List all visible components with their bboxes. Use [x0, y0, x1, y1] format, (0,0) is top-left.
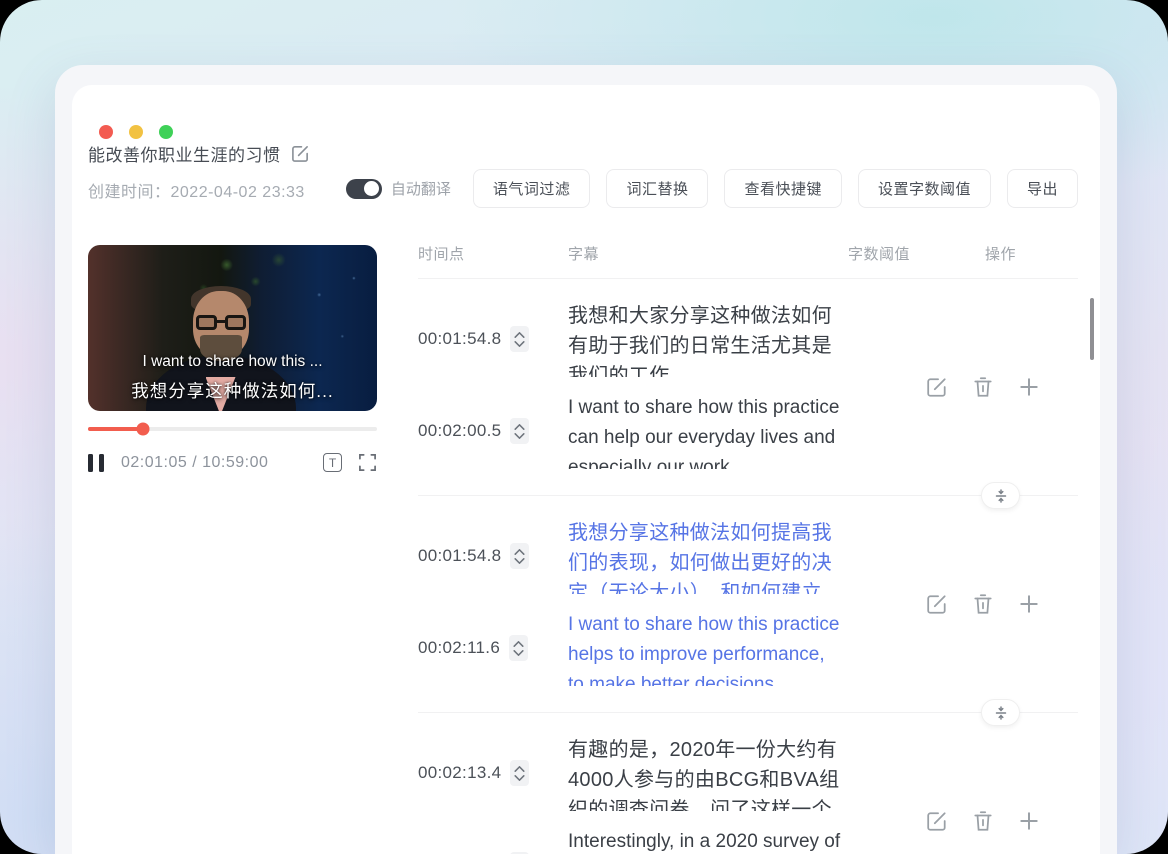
app-window: 能改善你职业生涯的习惯 创建时间：2022-04-02 23:33 自动翻译 语…: [55, 65, 1117, 854]
time-stepper-icon[interactable]: [510, 760, 530, 786]
close-window-button[interactable]: [99, 125, 113, 139]
auto-translate-toggle[interactable]: [345, 178, 382, 199]
content-card: 能改善你职业生涯的习惯 创建时间：2022-04-02 23:33 自动翻译 语…: [72, 85, 1100, 854]
view-shortcuts-button[interactable]: 查看快捷键: [724, 169, 842, 208]
source-timestamp: 00:01:54.8: [418, 329, 502, 348]
scrollbar-thumb[interactable]: [1090, 298, 1094, 360]
fullscreen-icon[interactable]: [358, 453, 377, 472]
translation-subtitle-text[interactable]: Interestingly, in a 2020 survey of some …: [568, 827, 842, 854]
auto-translate-control: 自动翻译: [345, 178, 451, 199]
video-subtitle-zh: 我想分享这种做法如何...: [131, 381, 334, 401]
project-header: 能改善你职业生涯的习惯 创建时间：2022-04-02 23:33: [88, 141, 310, 202]
created-time-label: 创建时间：2022-04-02 23:33: [88, 184, 305, 201]
auto-translate-label: 自动翻译: [390, 181, 451, 198]
edit-row-icon[interactable]: [926, 593, 948, 615]
seek-bar[interactable]: [88, 422, 377, 436]
source-timestamp: 00:01:54.8: [418, 546, 502, 565]
translation-subtitle-text[interactable]: I want to share how this practice helps …: [568, 610, 842, 686]
edit-title-icon[interactable]: [291, 144, 310, 163]
desktop-background: 能改善你职业生涯的习惯 创建时间：2022-04-02 23:33 自动翻译 语…: [0, 0, 1168, 854]
seek-bar-fill: [88, 427, 143, 431]
zoom-window-button[interactable]: [159, 125, 173, 139]
time-stepper-icon[interactable]: [509, 635, 529, 661]
source-timestamp: 00:02:13.4: [418, 763, 502, 782]
time-stepper-icon[interactable]: [510, 543, 530, 569]
merge-rows-icon[interactable]: [981, 699, 1020, 726]
minimize-window-button[interactable]: [129, 125, 143, 139]
time-stepper-icon[interactable]: [510, 326, 530, 352]
filler-words-filter-button[interactable]: 语气词过滤: [472, 169, 591, 208]
delete-row-icon[interactable]: [973, 810, 993, 832]
seek-bar-handle[interactable]: [136, 422, 150, 436]
edit-row-icon[interactable]: [926, 810, 948, 832]
table-header: 时间点 字幕 字数阈值 操作: [418, 235, 1078, 279]
header-subtitle: 字幕: [568, 246, 600, 263]
subtitle-toggle-icon[interactable]: T: [323, 453, 342, 472]
video-subtitle-en: I want to share how this ...: [142, 353, 323, 370]
delete-row-icon[interactable]: [973, 376, 993, 398]
header-time: 时间点: [418, 246, 465, 263]
source-subtitle-text[interactable]: 有趣的是，2020年一份大约有4000人参与的由BCG和BVA组织的调查问卷，问…: [568, 735, 842, 811]
translation-subtitle-text[interactable]: I want to share how this practice can he…: [568, 393, 842, 469]
set-word-threshold-button[interactable]: 设置字数阈值: [857, 169, 991, 208]
add-row-icon[interactable]: [1018, 593, 1040, 615]
project-title: 能改善你职业生涯的习惯: [88, 146, 281, 165]
edit-row-icon[interactable]: [926, 376, 948, 398]
delete-row-icon[interactable]: [973, 593, 993, 615]
add-row-icon[interactable]: [1018, 376, 1040, 398]
header-threshold: 字数阈值: [848, 246, 911, 263]
video-subtitles: I want to share how this ... 我想分享这种做法如何.…: [88, 353, 377, 403]
header-actions: 操作: [985, 246, 1017, 263]
player-controls: 02:01:05 / 10:59:00 T: [88, 453, 377, 472]
subtitle-table: 时间点 字幕 字数阈值 操作 00:01:54.8 我想和大家分享这种做法如何有…: [418, 235, 1078, 854]
add-row-icon[interactable]: [1018, 810, 1040, 832]
subtitle-row: 00:01:54.8 我想分享这种做法如何提高我们的表现，如何做出更好的决定（无…: [418, 496, 1078, 726]
vocab-replace-button[interactable]: 词汇替换: [606, 169, 709, 208]
merge-rows-icon[interactable]: [981, 482, 1020, 509]
subtitle-row: 00:01:54.8 我想和大家分享这种做法如何有助于我们的日常生活尤其是我们的…: [418, 279, 1078, 509]
subtitle-row: 00:02:13.4 有趣的是，2020年一份大约有4000人参与的由BCG和B…: [418, 713, 1078, 854]
toggle-knob: [363, 181, 379, 196]
time-stepper-icon[interactable]: [510, 418, 530, 444]
translation-timestamp: 00:02:00.5: [418, 421, 502, 440]
video-frame[interactable]: I want to share how this ... 我想分享这种做法如何.…: [88, 245, 377, 411]
pause-icon[interactable]: [88, 453, 104, 472]
video-player-panel: I want to share how this ... 我想分享这种做法如何.…: [88, 245, 378, 472]
export-button[interactable]: 导出: [1006, 169, 1078, 208]
toolbar: 自动翻译 语气词过滤 词汇替换 查看快捷键 设置字数阈值 导出: [345, 169, 1078, 208]
time-display: 02:01:05 / 10:59:00: [121, 453, 269, 471]
translation-timestamp: 00:02:11.6: [418, 638, 501, 657]
window-controls: [99, 125, 173, 139]
source-subtitle-text[interactable]: 我想和大家分享这种做法如何有助于我们的日常生活尤其是我们的工作: [568, 301, 842, 377]
source-subtitle-text[interactable]: 我想分享这种做法如何提高我们的表现，如何做出更好的决定（无论大小），和如何建立: [568, 518, 842, 594]
